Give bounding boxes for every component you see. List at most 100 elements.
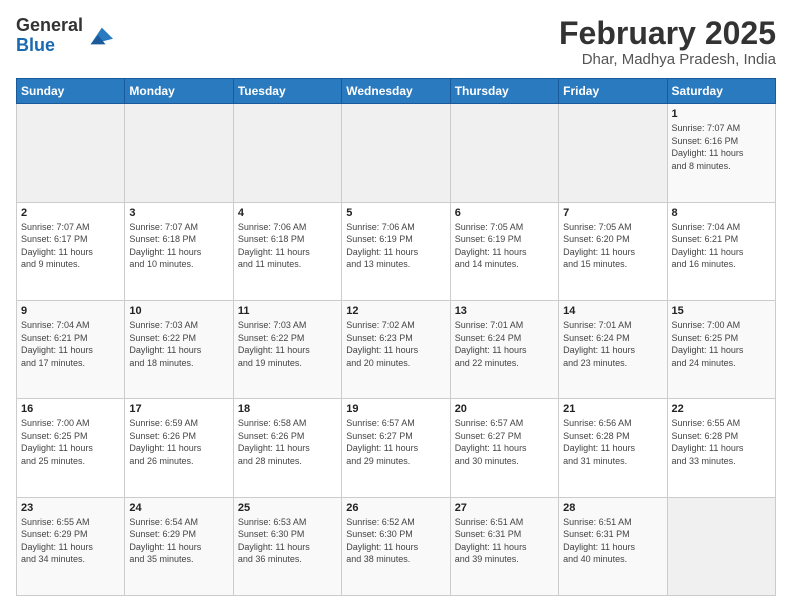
day-number: 3 [129, 207, 228, 219]
day-cell [342, 104, 450, 202]
weekday-header-wednesday: Wednesday [342, 79, 450, 104]
weekday-header-friday: Friday [559, 79, 667, 104]
day-number: 22 [672, 403, 771, 415]
weekday-header-monday: Monday [125, 79, 233, 104]
day-info: Sunrise: 7:04 AM Sunset: 6:21 PM Dayligh… [21, 319, 120, 369]
day-cell: 24 Sunrise: 6:54 AM Sunset: 6:29 PM Dayli… [125, 497, 233, 595]
day-number: 17 [129, 403, 228, 415]
day-cell: 19Sunrise: 6:57 AM Sunset: 6:27 PM Dayli… [342, 399, 450, 497]
weekday-header-tuesday: Tuesday [233, 79, 341, 104]
day-info: Sunrise: 6:53 AM Sunset: 6:30 PM Dayligh… [238, 516, 337, 566]
day-number: 5 [346, 207, 445, 219]
day-info: Sunrise: 6:54 AM Sunset: 6:29 PM Dayligh… [129, 516, 228, 566]
page: General Blue February 2025 Dhar, Madhya … [0, 0, 792, 612]
day-number: 26 [346, 502, 445, 514]
day-cell: 17 Sunrise: 6:59 AM Sunset: 6:26 PM Dayli… [125, 399, 233, 497]
day-cell [450, 104, 558, 202]
header: General Blue February 2025 Dhar, Madhya … [16, 16, 776, 68]
day-cell: 11 Sunrise: 7:03 AM Sunset: 6:22 PM Dayli… [233, 300, 341, 398]
day-cell: 20 Sunrise: 6:57 AM Sunset: 6:27 PM Dayli… [450, 399, 558, 497]
day-cell: 2Sunrise: 7:07 AM Sunset: 6:17 PM Daylig… [17, 202, 125, 300]
week-row-2: 9 Sunrise: 7:04 AM Sunset: 6:21 PM Daylig… [17, 300, 776, 398]
day-info: Sunrise: 7:03 AM Sunset: 6:22 PM Dayligh… [238, 319, 337, 369]
day-cell: 14 Sunrise: 7:01 AM Sunset: 6:24 PM Dayli… [559, 300, 667, 398]
day-cell: 27 Sunrise: 6:51 AM Sunset: 6:31 PM Dayli… [450, 497, 558, 595]
month-year: February 2025 [559, 16, 776, 51]
day-info: Sunrise: 6:55 AM Sunset: 6:28 PM Dayligh… [672, 417, 771, 467]
day-number: 8 [672, 207, 771, 219]
week-row-1: 2Sunrise: 7:07 AM Sunset: 6:17 PM Daylig… [17, 202, 776, 300]
day-info: Sunrise: 7:04 AM Sunset: 6:21 PM Dayligh… [672, 221, 771, 271]
day-number: 1 [672, 108, 771, 120]
day-number: 14 [563, 305, 662, 317]
day-number: 27 [455, 502, 554, 514]
day-cell: 1Sunrise: 7:07 AM Sunset: 6:16 PM Daylig… [667, 104, 775, 202]
logo: General Blue [16, 16, 113, 56]
day-info: Sunrise: 6:59 AM Sunset: 6:26 PM Dayligh… [129, 417, 228, 467]
logo-text: General Blue [16, 16, 83, 56]
day-cell [233, 104, 341, 202]
day-info: Sunrise: 6:52 AM Sunset: 6:30 PM Dayligh… [346, 516, 445, 566]
day-cell [125, 104, 233, 202]
day-info: Sunrise: 7:06 AM Sunset: 6:19 PM Dayligh… [346, 221, 445, 271]
day-cell: 25Sunrise: 6:53 AM Sunset: 6:30 PM Dayli… [233, 497, 341, 595]
day-cell: 7 Sunrise: 7:05 AM Sunset: 6:20 PM Daylig… [559, 202, 667, 300]
logo-icon [85, 22, 113, 50]
day-cell [17, 104, 125, 202]
day-cell: 13Sunrise: 7:01 AM Sunset: 6:24 PM Dayli… [450, 300, 558, 398]
day-number: 16 [21, 403, 120, 415]
day-info: Sunrise: 7:00 AM Sunset: 6:25 PM Dayligh… [21, 417, 120, 467]
day-cell: 3Sunrise: 7:07 AM Sunset: 6:18 PM Daylig… [125, 202, 233, 300]
day-number: 9 [21, 305, 120, 317]
day-cell: 4Sunrise: 7:06 AM Sunset: 6:18 PM Daylig… [233, 202, 341, 300]
week-row-0: 1Sunrise: 7:07 AM Sunset: 6:16 PM Daylig… [17, 104, 776, 202]
day-info: Sunrise: 7:01 AM Sunset: 6:24 PM Dayligh… [455, 319, 554, 369]
day-number: 6 [455, 207, 554, 219]
day-cell: 6 Sunrise: 7:05 AM Sunset: 6:19 PM Daylig… [450, 202, 558, 300]
day-info: Sunrise: 6:57 AM Sunset: 6:27 PM Dayligh… [346, 417, 445, 467]
week-row-3: 16 Sunrise: 7:00 AM Sunset: 6:25 PM Dayli… [17, 399, 776, 497]
day-info: Sunrise: 7:05 AM Sunset: 6:19 PM Dayligh… [455, 221, 554, 271]
day-cell: 26 Sunrise: 6:52 AM Sunset: 6:30 PM Dayli… [342, 497, 450, 595]
day-info: Sunrise: 6:51 AM Sunset: 6:31 PM Dayligh… [563, 516, 662, 566]
day-info: Sunrise: 7:00 AM Sunset: 6:25 PM Dayligh… [672, 319, 771, 369]
day-cell [559, 104, 667, 202]
day-info: Sunrise: 6:57 AM Sunset: 6:27 PM Dayligh… [455, 417, 554, 467]
day-info: Sunrise: 6:58 AM Sunset: 6:26 PM Dayligh… [238, 417, 337, 467]
weekday-header-saturday: Saturday [667, 79, 775, 104]
day-cell: 23Sunrise: 6:55 AM Sunset: 6:29 PM Dayli… [17, 497, 125, 595]
day-number: 28 [563, 502, 662, 514]
calendar-table: SundayMondayTuesdayWednesdayThursdayFrid… [16, 78, 776, 596]
week-row-4: 23Sunrise: 6:55 AM Sunset: 6:29 PM Dayli… [17, 497, 776, 595]
calendar-body: 1Sunrise: 7:07 AM Sunset: 6:16 PM Daylig… [17, 104, 776, 596]
day-cell: 10 Sunrise: 7:03 AM Sunset: 6:22 PM Dayli… [125, 300, 233, 398]
day-info: Sunrise: 6:56 AM Sunset: 6:28 PM Dayligh… [563, 417, 662, 467]
weekday-header-sunday: Sunday [17, 79, 125, 104]
day-cell [667, 497, 775, 595]
day-number: 7 [563, 207, 662, 219]
day-info: Sunrise: 7:01 AM Sunset: 6:24 PM Dayligh… [563, 319, 662, 369]
title-block: February 2025 Dhar, Madhya Pradesh, Indi… [559, 16, 776, 68]
day-info: Sunrise: 7:03 AM Sunset: 6:22 PM Dayligh… [129, 319, 228, 369]
weekday-header-row: SundayMondayTuesdayWednesdayThursdayFrid… [17, 79, 776, 104]
day-number: 21 [563, 403, 662, 415]
day-cell: 28 Sunrise: 6:51 AM Sunset: 6:31 PM Dayli… [559, 497, 667, 595]
day-cell: 16 Sunrise: 7:00 AM Sunset: 6:25 PM Dayli… [17, 399, 125, 497]
day-number: 10 [129, 305, 228, 317]
location: Dhar, Madhya Pradesh, India [559, 51, 776, 68]
day-info: Sunrise: 7:02 AM Sunset: 6:23 PM Dayligh… [346, 319, 445, 369]
day-number: 11 [238, 305, 337, 317]
day-number: 15 [672, 305, 771, 317]
day-cell: 15 Sunrise: 7:00 AM Sunset: 6:25 PM Dayli… [667, 300, 775, 398]
day-info: Sunrise: 7:07 AM Sunset: 6:17 PM Dayligh… [21, 221, 120, 271]
day-info: Sunrise: 7:05 AM Sunset: 6:20 PM Dayligh… [563, 221, 662, 271]
day-number: 24 [129, 502, 228, 514]
day-cell: 21 Sunrise: 6:56 AM Sunset: 6:28 PM Dayli… [559, 399, 667, 497]
day-info: Sunrise: 6:51 AM Sunset: 6:31 PM Dayligh… [455, 516, 554, 566]
day-number: 18 [238, 403, 337, 415]
day-number: 20 [455, 403, 554, 415]
day-number: 23 [21, 502, 120, 514]
day-cell: 12Sunrise: 7:02 AM Sunset: 6:23 PM Dayli… [342, 300, 450, 398]
day-cell: 9 Sunrise: 7:04 AM Sunset: 6:21 PM Daylig… [17, 300, 125, 398]
day-cell: 18 Sunrise: 6:58 AM Sunset: 6:26 PM Dayli… [233, 399, 341, 497]
